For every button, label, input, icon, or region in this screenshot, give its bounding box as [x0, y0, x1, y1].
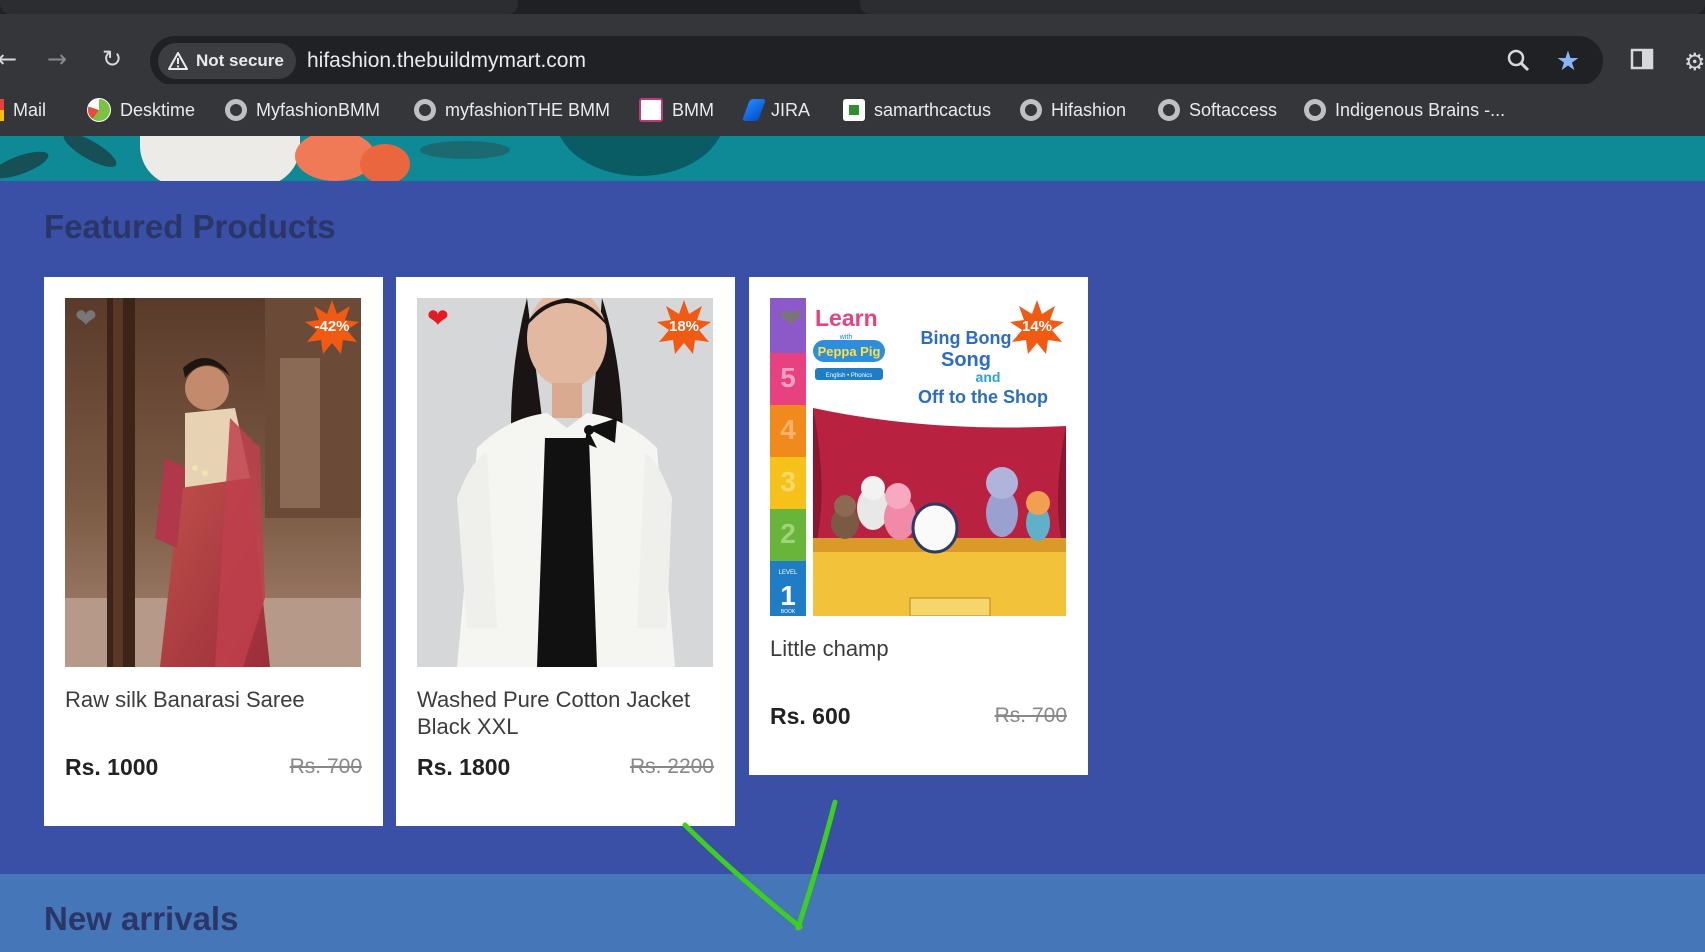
bmm-icon [639, 98, 663, 122]
bookmark-mail[interactable]: Mail [0, 84, 46, 136]
globe-icon [1020, 99, 1042, 121]
warning-icon [168, 52, 188, 70]
security-chip[interactable]: Not secure [158, 43, 296, 79]
circle-decoration [555, 136, 725, 176]
bookmark-bmm[interactable]: BMM [639, 84, 714, 136]
back-icon[interactable]: ← [0, 44, 22, 74]
tab-inactive[interactable] [0, 0, 518, 14]
forward-icon[interactable]: → [42, 44, 72, 74]
book-label: BOOK [781, 609, 796, 615]
tab-strip [0, 0, 1705, 14]
book-learn-text: Learn [815, 305, 878, 331]
bookmark-myfashion-the-bmm[interactable]: myfashionTHE BMM [414, 84, 610, 136]
discount-badge [657, 300, 711, 354]
leaf-decoration [420, 141, 510, 159]
globe-icon [414, 99, 436, 121]
bookmark-star-icon[interactable]: ★ [1554, 48, 1582, 76]
product-name[interactable]: Washed Pure Cotton Jacket Black XXL [417, 686, 717, 740]
tab-inactive[interactable] [860, 0, 1705, 14]
discount-badge [305, 300, 359, 354]
new-arrivals-section: New arrivals [0, 874, 1705, 952]
bookmark-jira[interactable]: JIRA [741, 84, 811, 136]
url-text[interactable]: hifashion.thebuildmymart.com [307, 36, 586, 86]
new-arrivals-title: New arrivals [44, 900, 239, 937]
product-image[interactable]: 5 4 3 2 LEVEL 1 BOOK Learn with Peppa Pi… [770, 298, 1066, 616]
jira-icon [741, 99, 767, 121]
bookmark-indigenous-brains[interactable]: Indigenous Brains -... [1304, 84, 1505, 136]
annotation-arrow-icon [682, 799, 838, 931]
book-title-line: Off to the Shop [918, 387, 1048, 407]
wishlist-heart-icon[interactable]: ❤ [780, 306, 802, 332]
side-panel-icon[interactable] [1630, 48, 1654, 76]
product-image[interactable]: ❤ -42% [65, 298, 361, 667]
reload-icon[interactable]: ↻ [97, 44, 127, 74]
bookmark-samarthcactus[interactable]: samarthcactus [843, 84, 991, 136]
book-title-line: Bing Bong [921, 328, 1012, 348]
bookmarks-bar: Mail Desktime MyfashionBMM myfashionTHE … [0, 84, 1705, 136]
leaf-decoration [0, 146, 52, 181]
product-price: Rs. 600 [770, 703, 851, 729]
browser-toolbar: ← → ↻ Not secure hifashion.thebuildmymar… [0, 14, 1705, 86]
product-price: Rs. 1000 [65, 754, 159, 780]
bookmark-label: myfashionTHE BMM [445, 99, 611, 120]
zoom-search-icon[interactable] [1504, 48, 1532, 76]
book-subtitle-text: English • Phonics [826, 373, 872, 379]
wishlist-heart-icon[interactable]: ❤ [427, 306, 449, 332]
level-number: 3 [780, 466, 796, 497]
address-bar[interactable]: Not secure hifashion.thebuildmymart.com … [150, 36, 1603, 86]
product-card[interactable]: ❤ -42% Raw silk Banarasi Saree Rs. 1000 … [44, 277, 383, 826]
bookmark-label: Softaccess [1189, 99, 1278, 120]
product-image[interactable]: ❤ 18% [417, 298, 713, 667]
globe-icon [225, 99, 247, 121]
bookmark-label: samarthcactus [874, 99, 992, 120]
bookmark-myfashionbmm[interactable]: MyfashionBMM [225, 84, 380, 136]
leaf-decoration [59, 136, 121, 173]
flower-decoration [360, 144, 410, 181]
product-card[interactable]: 5 4 3 2 LEVEL 1 BOOK Learn with Peppa Pi… [749, 277, 1088, 775]
featured-products-title: Featured Products [44, 208, 336, 245]
book-title-line: and [976, 369, 1001, 385]
cactus-icon [843, 99, 865, 121]
product-name[interactable]: Little champ [770, 635, 1070, 662]
product-price: Rs. 1800 [417, 754, 511, 780]
bookmark-label: BMM [672, 99, 714, 120]
level-label: LEVEL [779, 570, 798, 576]
bookmark-label: JIRA [771, 99, 811, 120]
bookmark-label: Indigenous Brains -... [1335, 99, 1506, 120]
bookmark-desktime[interactable]: Desktime [87, 84, 195, 136]
product-name[interactable]: Raw silk Banarasi Saree [65, 686, 365, 713]
book-series-text: Peppa Pig [818, 344, 881, 359]
product-card[interactable]: ❤ 18% Washed Pure Cotton Jacket Black XX… [396, 277, 735, 826]
bookmark-softaccess[interactable]: Softaccess [1158, 84, 1277, 136]
product-old-price: Rs. 700 [994, 704, 1067, 727]
globe-icon [1158, 99, 1180, 121]
book-with-text: with [839, 334, 853, 341]
hero-banner-bottom [0, 136, 1705, 181]
banner-model-image [140, 136, 300, 181]
extensions-icon[interactable]: ⚙ [1684, 48, 1705, 76]
level-number: 1 [780, 580, 796, 611]
gmail-icon [0, 99, 4, 121]
bookmark-label: MyfashionBMM [256, 99, 381, 120]
bookmark-label: Desktime [120, 99, 196, 120]
level-number: 2 [780, 518, 796, 549]
wishlist-heart-icon[interactable]: ❤ [75, 306, 97, 332]
level-number: 5 [780, 362, 796, 393]
security-label: Not secure [196, 51, 284, 70]
product-old-price: Rs. 2200 [629, 755, 714, 778]
product-old-price: Rs. 700 [289, 755, 362, 778]
book-title-line: Song [941, 349, 991, 371]
desktime-icon [87, 98, 111, 122]
bookmark-label: Mail [13, 99, 47, 120]
discount-badge [1010, 300, 1064, 354]
level-number: 4 [780, 414, 796, 445]
globe-icon [1304, 99, 1326, 121]
bookmark-hifashion[interactable]: Hifashion [1020, 84, 1126, 136]
bookmark-label: Hifashion [1051, 99, 1127, 120]
